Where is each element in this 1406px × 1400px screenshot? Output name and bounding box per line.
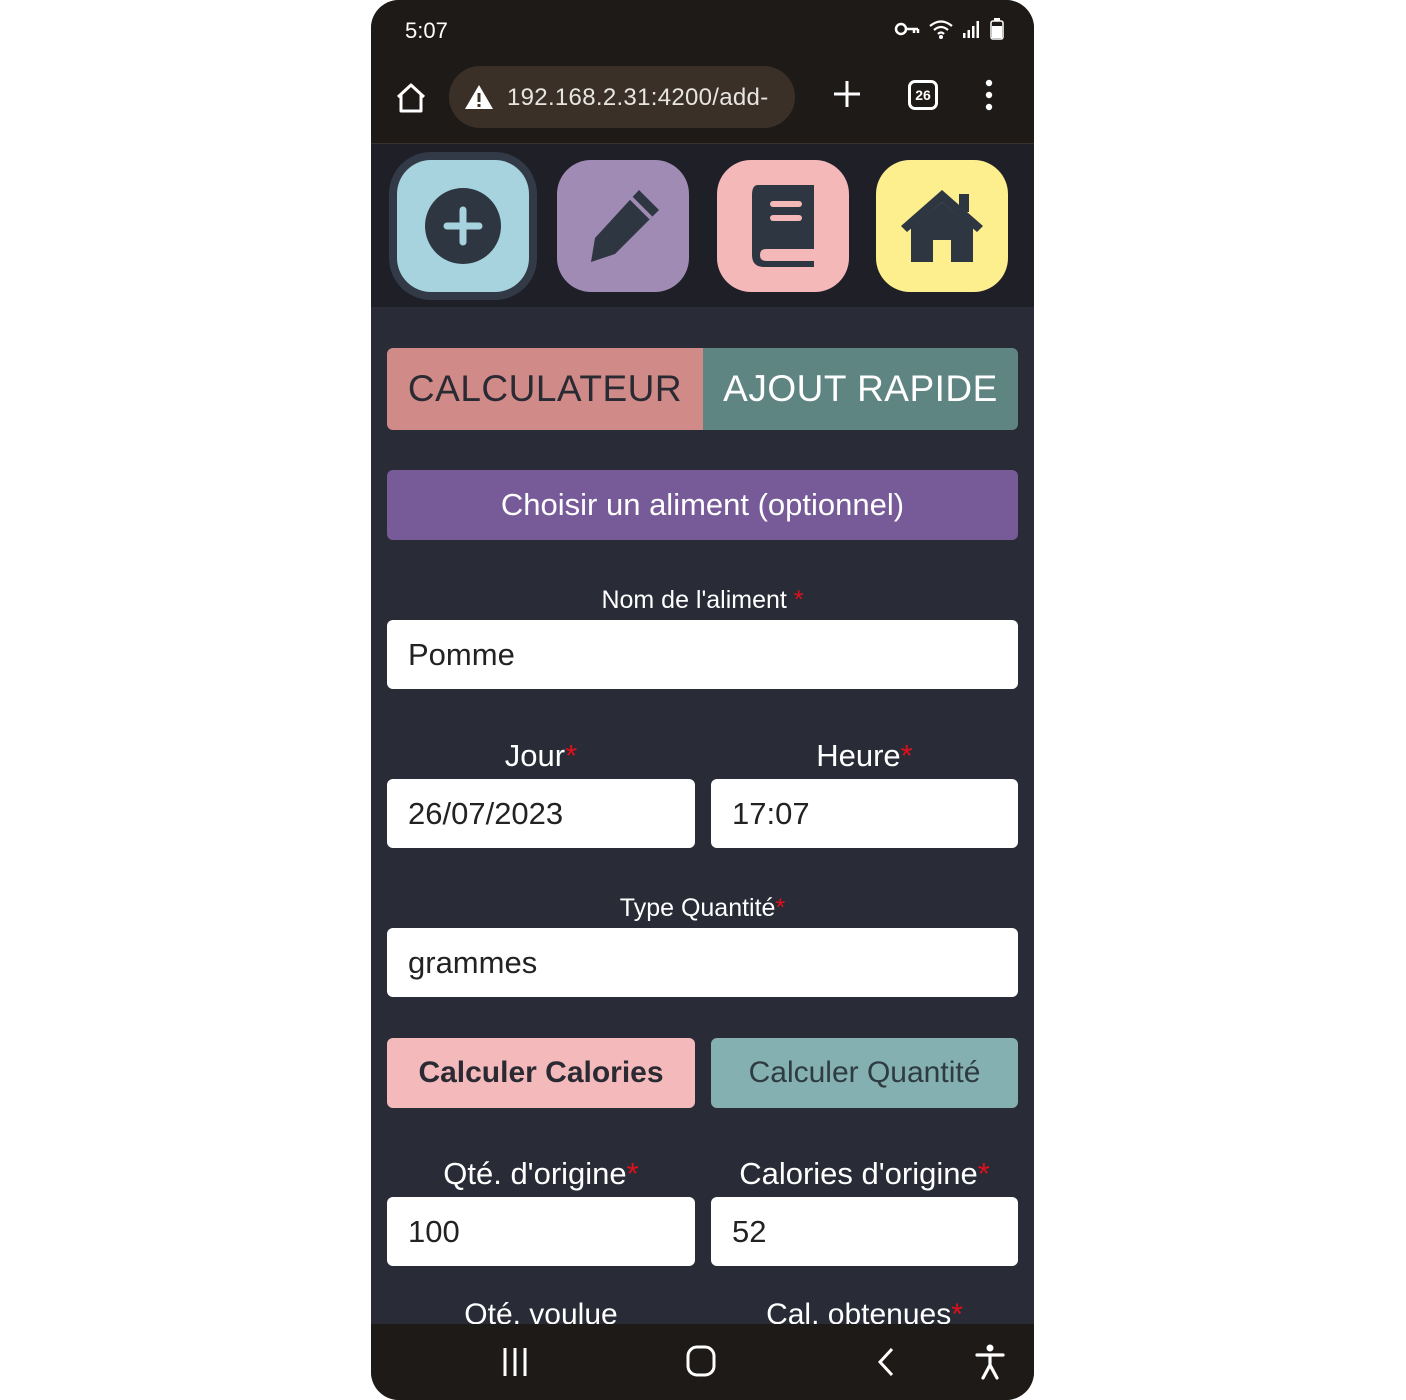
new-tab-icon[interactable]: [831, 78, 863, 110]
partially-visible-labels: Qté. voulue Cal. obtenues*: [371, 1290, 1034, 1324]
food-name-label: Nom de l'aliment *: [371, 586, 1034, 615]
calculate-quantity-button[interactable]: Calculer Quantité: [711, 1038, 1018, 1108]
recent-apps-icon[interactable]: [501, 1346, 529, 1378]
browser-toolbar: 192.168.2.31:4200/add- 26: [371, 62, 1034, 144]
required-mark: *: [793, 586, 804, 614]
signal-icon: [962, 19, 982, 44]
day-label: Jour*: [387, 738, 695, 774]
wifi-icon: [928, 18, 954, 45]
tab-calculator[interactable]: CALCULATEUR: [387, 348, 703, 430]
battery-icon: [990, 18, 1004, 45]
home-icon: [901, 190, 983, 262]
time-label: Heure*: [711, 738, 1018, 774]
vpn-key-icon: [894, 21, 920, 42]
food-name-label-text: Nom de l'aliment: [601, 586, 787, 614]
time-input[interactable]: 17:07: [711, 779, 1018, 848]
tab-quick-add[interactable]: AJOUT RAPIDE: [703, 348, 1018, 430]
nav-edit-button[interactable]: [557, 160, 689, 292]
required-mark: *: [900, 738, 913, 773]
warning-icon[interactable]: [463, 83, 495, 111]
url-text: 192.168.2.31:4200/add-: [507, 84, 769, 111]
system-nav-bar: [371, 1324, 1034, 1400]
status-time: 5:07: [405, 18, 448, 43]
orig-qty-label-text: Qté. d'origine: [443, 1156, 627, 1191]
orig-cal-input[interactable]: 52: [711, 1197, 1018, 1266]
required-mark: *: [775, 894, 786, 922]
nav-home-button[interactable]: [876, 160, 1008, 292]
status-bar: 5:07: [371, 0, 1034, 62]
food-name-input[interactable]: Pomme: [387, 620, 1018, 689]
cal-obtained-label: Cal. obtenues*: [711, 1298, 1018, 1324]
day-input[interactable]: 26/07/2023: [387, 779, 695, 848]
nav-journal-button[interactable]: [717, 160, 849, 292]
quantity-type-label-text: Type Quantité: [619, 894, 776, 922]
time-label-text: Heure: [816, 738, 901, 773]
required-mark: *: [626, 1156, 639, 1191]
orig-qty-label: Qté. d'origine*: [387, 1156, 695, 1192]
required-mark: *: [565, 738, 578, 773]
home-nav-icon[interactable]: [685, 1344, 717, 1378]
more-vert-icon[interactable]: [979, 78, 999, 112]
choose-food-button[interactable]: Choisir un aliment (optionnel): [387, 470, 1018, 540]
app-nav-bar: [371, 144, 1034, 307]
orig-cal-label-text: Calories d'origine: [739, 1156, 978, 1191]
wanted-qty-label: Qté. voulue: [464, 1298, 618, 1324]
book-icon: [752, 185, 814, 267]
add-circle-icon: [425, 188, 501, 264]
accessibility-icon[interactable]: [975, 1344, 1005, 1380]
browser-home-icon[interactable]: [393, 80, 429, 116]
required-mark: *: [951, 1298, 963, 1324]
status-icons: [894, 18, 1004, 45]
nav-add-button[interactable]: [397, 160, 529, 292]
url-bar[interactable]: 192.168.2.31:4200/add-: [449, 66, 795, 128]
orig-cal-label: Calories d'origine*: [711, 1156, 1018, 1192]
quantity-type-label: Type Quantité*: [371, 894, 1034, 923]
mode-tabs: CALCULATEUR AJOUT RAPIDE: [387, 348, 1018, 430]
required-mark: *: [977, 1156, 990, 1191]
cal-obtained-label-text: Cal. obtenues: [766, 1298, 952, 1324]
calculate-calories-button[interactable]: Calculer Calories: [387, 1038, 695, 1108]
orig-qty-input[interactable]: 100: [387, 1197, 695, 1266]
back-icon[interactable]: [874, 1346, 898, 1378]
pencil-icon: [591, 190, 659, 262]
quantity-type-select[interactable]: grammes: [387, 928, 1018, 997]
tab-count-button[interactable]: 26: [908, 80, 938, 110]
phone-screen: 5:07 192.168.2.31:4200/add- 26 CALCULATE…: [371, 0, 1034, 1400]
day-label-text: Jour: [504, 738, 566, 773]
